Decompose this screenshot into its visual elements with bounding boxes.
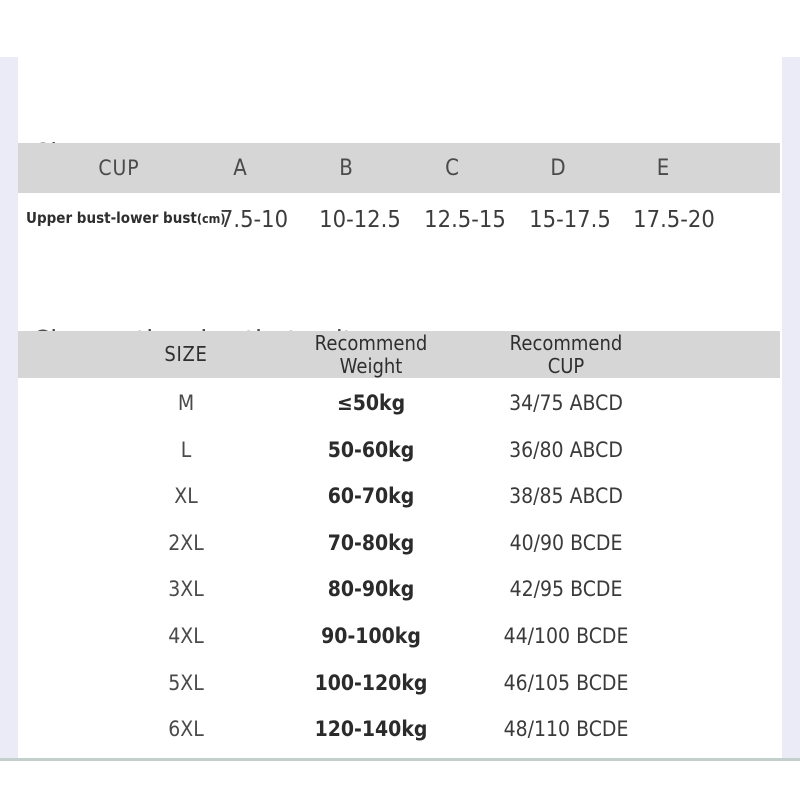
- size-table-header-cup: Recommend CUP: [510, 332, 623, 378]
- size-table-cell-weight: 120-140kg: [314, 717, 428, 742]
- cup-table-row-label-text: Upper bust-lower bust: [26, 209, 197, 227]
- size-table-cell-weight: ≤50kg: [336, 391, 406, 415]
- size-table-cell-cup: 42/95 BCDE: [509, 577, 623, 602]
- size-table-cell-size: XL: [174, 484, 198, 509]
- size-table-cell-cup: 34/75 ABCD: [509, 391, 623, 415]
- size-table-header-cup-line1: Recommend: [509, 331, 623, 355]
- cup-table-header-a: A: [233, 156, 247, 181]
- size-table-cell-weight: 80-90kg: [327, 577, 415, 602]
- cup-table-row-label: Upper bust-lower bust(cm): [26, 209, 226, 227]
- cup-table-header-row-label: CUP: [98, 156, 140, 180]
- cup-table-value-e: 17.5-20: [633, 207, 715, 233]
- cup-table-value-b: 10-12.5: [319, 207, 401, 233]
- size-table-cell-size: 2XL: [168, 530, 204, 555]
- size-table-cell-size: 6XL: [168, 717, 204, 742]
- size-table-cell-size: M: [177, 391, 195, 415]
- size-table-header-weight-line2: Weight: [339, 354, 403, 378]
- cup-table-header-e: E: [656, 156, 670, 181]
- size-table-cell-weight: 50-60kg: [327, 437, 415, 462]
- cup-table-header-d: D: [550, 156, 566, 181]
- size-table-cell-size: 3XL: [168, 577, 204, 602]
- size-table-header-cup-line2: CUP: [547, 354, 585, 378]
- size-table-cell-weight: 100-120kg: [314, 670, 428, 695]
- size-table-cell-cup: 46/105 BCDE: [503, 670, 629, 695]
- cup-table-value-d: 15-17.5: [529, 207, 611, 233]
- cup-table-header-c: C: [445, 156, 459, 181]
- size-table-cell-cup: 48/110 BCDE: [503, 717, 629, 742]
- size-table-header-weight-line1: Recommend: [314, 331, 428, 355]
- size-table-cell-size: 5XL: [168, 670, 204, 695]
- size-table-cell-cup: 44/100 BCDE: [503, 624, 629, 648]
- bottom-divider: [0, 758, 800, 761]
- content-card: Choose a cup CUP A B C D E Upper bust-lo…: [18, 57, 782, 758]
- size-table-cell-cup: 36/80 ABCD: [509, 437, 623, 462]
- cup-table-value-c: 12.5-15: [424, 207, 506, 233]
- size-chart-page: Choose a cup CUP A B C D E Upper bust-lo…: [0, 0, 800, 800]
- size-table-cell-cup: 38/85 ABCD: [509, 484, 623, 509]
- size-table-cell-weight: 90-100kg: [321, 624, 421, 648]
- cup-table-value-a: 7.5-10: [219, 207, 289, 233]
- size-table-cell-cup: 40/90 BCDE: [509, 530, 623, 555]
- size-table-header-weight: Recommend Weight: [315, 332, 428, 378]
- cup-table-header-b: B: [339, 156, 353, 181]
- size-table-cell-size: L: [180, 437, 192, 462]
- size-table-cell-weight: 60-70kg: [327, 484, 415, 509]
- size-table-cell-size: 4XL: [168, 624, 204, 648]
- size-table-cell-weight: 70-80kg: [327, 530, 415, 555]
- size-table-header-size: SIZE: [164, 342, 208, 366]
